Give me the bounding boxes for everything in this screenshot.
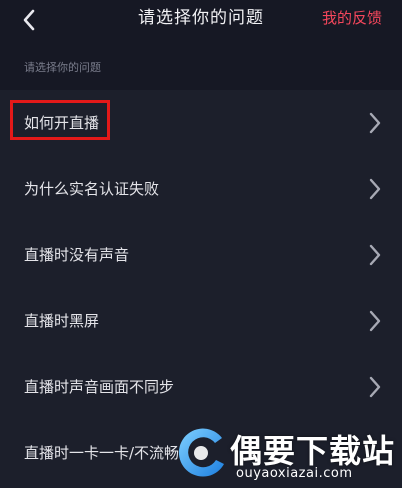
nav-bar: 请选择你的问题 我的反馈 (0, 0, 402, 40)
list-item-label: 直播时没有声音 (24, 246, 130, 264)
chevron-right-icon (369, 178, 381, 200)
chevron-right-icon (369, 244, 381, 266)
list-item-label: 直播时声音画面不同步 (24, 378, 175, 396)
question-list: 如何开直播 为什么实名认证失败 直播时没有声音 直播时黑屏 直播时声音画面不同步… (0, 90, 402, 488)
list-item-black-screen[interactable]: 直播时黑屏 (0, 288, 402, 354)
list-item-label: 直播时黑屏 (24, 312, 100, 330)
list-item-label: 直播时一卡一卡/不流畅 (24, 444, 180, 462)
list-item-av-out-of-sync[interactable]: 直播时声音画面不同步 (0, 354, 402, 420)
list-item-label: 为什么实名认证失败 (24, 180, 160, 198)
list-item-no-sound[interactable]: 直播时没有声音 (0, 222, 402, 288)
list-item-label: 如何开直播 (24, 114, 100, 132)
list-item-verification-failed[interactable]: 为什么实名认证失败 (0, 156, 402, 222)
my-feedback-button[interactable]: 我的反馈 (322, 0, 382, 36)
list-item-how-to-live[interactable]: 如何开直播 (0, 90, 402, 156)
chevron-right-icon (369, 112, 381, 134)
list-item-lagging[interactable]: 直播时一卡一卡/不流畅 (0, 420, 402, 486)
section-label: 请选择你的问题 (24, 61, 101, 74)
chevron-right-icon (369, 376, 381, 398)
chevron-right-icon (369, 310, 381, 332)
